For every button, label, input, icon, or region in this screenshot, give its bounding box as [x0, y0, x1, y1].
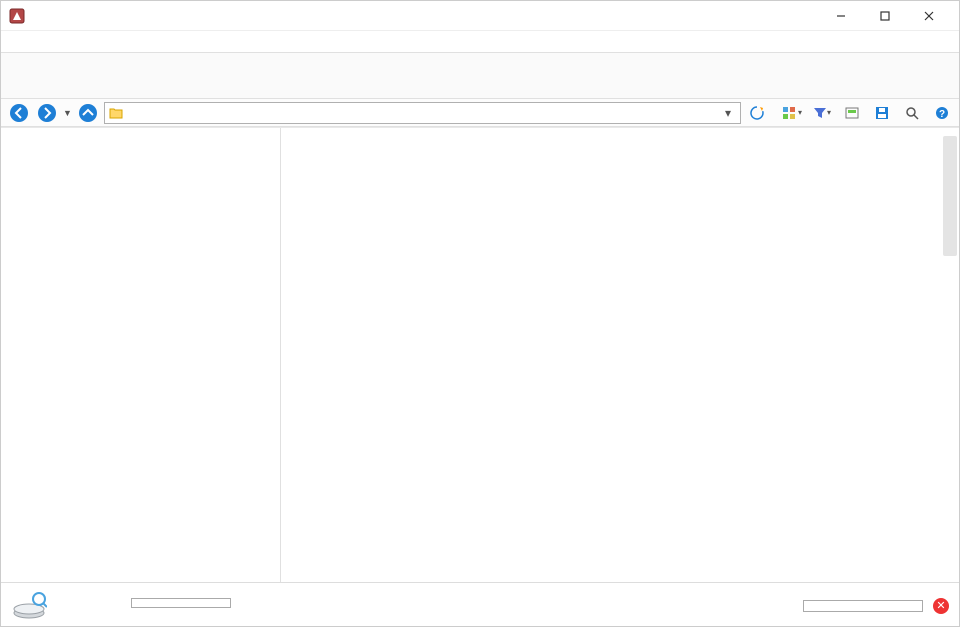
preview-button[interactable]: [841, 103, 863, 123]
filter-button[interactable]: ▾: [811, 103, 833, 123]
menubar: [1, 31, 959, 53]
refresh-button[interactable]: [745, 102, 769, 124]
svg-text:?: ?: [939, 109, 945, 120]
close-button[interactable]: [907, 2, 951, 30]
cancel-analysis-button[interactable]: ✕: [933, 598, 949, 614]
help-button[interactable]: ?: [931, 103, 953, 123]
disk-icon: [11, 587, 47, 623]
chevron-down-icon[interactable]: ▼: [63, 108, 72, 118]
toolbar: [1, 53, 959, 99]
analysis-progress: [803, 600, 923, 612]
minimize-button[interactable]: [819, 2, 863, 30]
scrollbar[interactable]: [943, 136, 957, 256]
addressbar: ▼ ▾ ▾ ▾ ?: [1, 99, 959, 127]
address-dropdown-icon[interactable]: ▾: [720, 106, 736, 120]
maximize-button[interactable]: [863, 2, 907, 30]
space-used-bar: [131, 598, 231, 608]
folder-tree[interactable]: [1, 128, 281, 582]
nav-back-button[interactable]: [7, 102, 31, 124]
titlebar: [1, 1, 959, 31]
address-combo[interactable]: ▾: [104, 102, 741, 124]
nav-up-button[interactable]: [76, 102, 100, 124]
content-area: [1, 127, 959, 582]
address-input[interactable]: [127, 106, 716, 120]
nav-forward-button[interactable]: [35, 102, 59, 124]
view-icons-button[interactable]: ▾: [781, 103, 803, 123]
file-grid[interactable]: [281, 128, 959, 582]
save-button[interactable]: [871, 103, 893, 123]
search-button[interactable]: [901, 103, 923, 123]
app-icon: [9, 8, 25, 24]
statusbar: ✕: [1, 582, 959, 626]
folder-icon: [109, 107, 123, 119]
